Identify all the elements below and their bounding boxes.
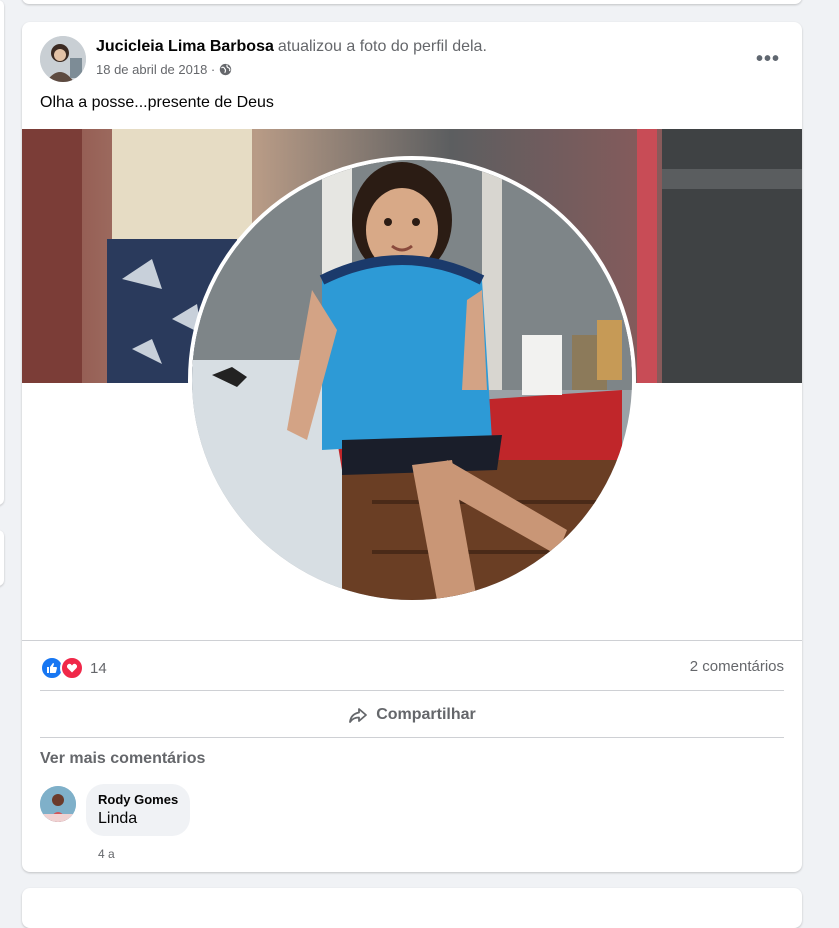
globe-icon[interactable]	[219, 63, 232, 76]
actions-top-divider	[40, 690, 784, 691]
profile-photo[interactable]	[188, 156, 636, 604]
reaction-count: 14	[90, 659, 107, 677]
comments-count-link[interactable]: 2 comentários	[690, 658, 784, 675]
author-avatar[interactable]	[40, 36, 86, 82]
photo-divider	[22, 640, 802, 641]
left-column-card-2	[0, 530, 4, 586]
avatar-image	[40, 36, 86, 82]
comment-author-link[interactable]: Rody Gomes	[98, 792, 178, 807]
actions-bottom-divider	[40, 737, 784, 738]
share-label: Compartilhar	[376, 706, 476, 723]
reactions-summary[interactable]: 14	[40, 656, 107, 680]
share-icon	[349, 708, 368, 723]
next-post-card	[22, 888, 802, 928]
post-header: Jucicleia Lima Barbosa atualizou a foto d…	[96, 38, 487, 56]
commenter-avatar[interactable]	[40, 786, 76, 822]
share-button[interactable]: Compartilhar	[40, 698, 784, 732]
post-text: Olha a posse...presente de Deus	[40, 94, 274, 111]
previous-post-card	[22, 0, 802, 4]
comment-bubble: Rody Gomes Linda	[86, 784, 191, 836]
comment-timestamp[interactable]: 4 a	[98, 847, 115, 861]
more-options-icon[interactable]: •••	[756, 48, 780, 71]
post-date-link[interactable]: 18 de abril de 2018 ·	[96, 62, 215, 77]
profile-photo-post: Jucicleia Lima Barbosa atualizou a foto d…	[22, 22, 802, 872]
left-column-card	[0, 0, 4, 505]
comment-text: Linda	[98, 810, 138, 827]
profile-photo-image	[192, 160, 632, 600]
view-more-comments-link[interactable]: Ver mais comentários	[40, 750, 205, 768]
post-meta: 18 de abril de 2018 ·	[96, 62, 232, 77]
author-name-link[interactable]: Jucicleia Lima Barbosa	[96, 38, 274, 55]
post-action-text: atualizou a foto do perfil dela.	[277, 38, 487, 55]
commenter-avatar-image	[40, 786, 76, 822]
love-icon	[60, 656, 84, 680]
